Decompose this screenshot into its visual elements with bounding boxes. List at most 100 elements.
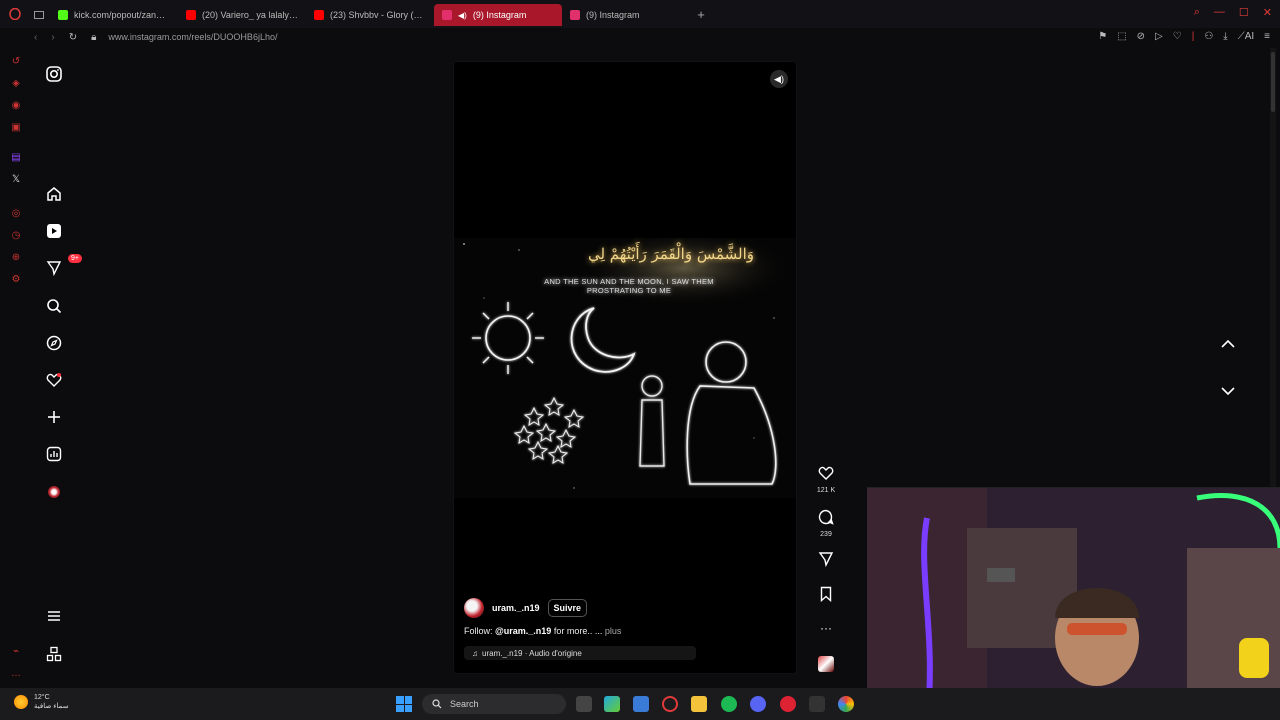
gaming-icon[interactable]: ⌁: [10, 646, 22, 658]
download-icon[interactable]: ⤓: [1223, 31, 1227, 42]
player-icon[interactable]: ◎: [10, 208, 22, 220]
audio-link[interactable]: ♫ uram._.n19 · Audio d'origine: [464, 646, 696, 660]
clock-icon[interactable]: ◷: [10, 230, 22, 242]
opera-taskbar-icon[interactable]: [662, 696, 678, 712]
reel-video[interactable]: ◀) وَالشَّمْسَ وَالْقَمَرَ رَأَيْتُهُمْ …: [453, 61, 797, 674]
kick-icon: [58, 10, 68, 20]
extensions-icon[interactable]: ⊕: [10, 252, 22, 264]
taskbar-search[interactable]: Search: [422, 694, 566, 714]
sound-toggle-icon[interactable]: ◀): [770, 70, 788, 88]
tab-title: (23) Shvbbv - Glory (Offic: [330, 10, 426, 20]
windows-start-icon[interactable]: [396, 696, 412, 712]
save-button[interactable]: [814, 586, 838, 607]
like-button[interactable]: 121 K: [814, 465, 838, 494]
opera-logo-icon[interactable]: [0, 0, 30, 28]
youtube-icon: [186, 10, 196, 20]
tab-title: (9) Instagram: [472, 10, 527, 20]
comment-count: 239: [820, 531, 832, 538]
window-controls: ⌕ — ☐ ✕: [1194, 6, 1272, 19]
caption-handle-link[interactable]: @uram._.n19: [495, 626, 551, 636]
comment-button[interactable]: 239: [814, 509, 838, 538]
next-reel-button[interactable]: [1216, 379, 1240, 403]
tab-youtube-variero[interactable]: (20) Variero_ ya lalaly (...: [178, 4, 306, 26]
messenger-icon[interactable]: ◉: [10, 100, 22, 112]
dashboard-icon[interactable]: [44, 444, 64, 464]
username-link[interactable]: uram._.n19: [492, 603, 540, 613]
tab-title: (9) Instagram: [586, 10, 640, 20]
audio-thumbnail[interactable]: [818, 656, 834, 672]
tab-kick[interactable]: kick.com/popout/zanoun...: [50, 4, 178, 26]
instagram-sidebar: 9+: [32, 46, 82, 688]
menu-icon[interactable]: ≡: [1264, 31, 1270, 42]
x-icon[interactable]: 𝕏: [10, 174, 22, 186]
url-field[interactable]: www.instagram.com/reels/DUOOHB6jLho/: [108, 32, 277, 42]
instagram-icon: [442, 10, 452, 20]
more-options-icon[interactable]: ···: [814, 621, 838, 635]
scrollbar-thumb[interactable]: [1271, 52, 1275, 112]
caption-more-link[interactable]: plus: [605, 626, 622, 636]
back-icon[interactable]: ‹: [34, 32, 37, 43]
weather-widget[interactable]: 12°C سماء صافية: [14, 693, 69, 711]
meta-apps-icon[interactable]: [44, 644, 64, 664]
tab-bar: kick.com/popout/zanoun... (20) Variero_ …: [0, 0, 1280, 28]
music-icon[interactable]: ▣: [10, 122, 22, 134]
app-red-icon[interactable]: [780, 696, 796, 712]
wallet-icon[interactable]: ◈: [10, 78, 22, 90]
create-plus-icon[interactable]: [44, 407, 64, 427]
instagram-logo-icon[interactable]: [44, 64, 64, 84]
like-count: 121 K: [816, 487, 836, 494]
file-explorer-icon[interactable]: [691, 696, 707, 712]
tab-instagram[interactable]: (9) Instagram: [562, 4, 690, 26]
bookmark-icon[interactable]: ⚑: [1098, 31, 1107, 42]
tab-instagram-active[interactable]: ◀) (9) Instagram: [434, 4, 562, 26]
tab-overview-icon[interactable]: [30, 4, 50, 26]
ai-icon[interactable]: ⟋AI: [1238, 31, 1254, 42]
webcam-overlay: [867, 487, 1280, 720]
bookmark-icon: [820, 586, 832, 603]
epic-games-icon[interactable]: [809, 696, 825, 712]
twitch-icon[interactable]: ▤: [10, 152, 22, 164]
divider: |: [1191, 31, 1195, 42]
more-menu-icon[interactable]: [44, 606, 64, 626]
reel-meta: uram._.n19 Suivre Follow: @uram._.n19 fo…: [464, 598, 764, 660]
follow-button[interactable]: Suivre: [547, 599, 588, 617]
close-icon[interactable]: ✕: [1263, 6, 1272, 19]
new-tab-button[interactable]: +: [690, 7, 712, 22]
chevron-up-icon: [1221, 339, 1235, 348]
discord-icon[interactable]: [750, 696, 766, 712]
minimize-icon[interactable]: —: [1214, 6, 1225, 19]
heart-icon[interactable]: ♡: [1173, 31, 1182, 42]
forward-icon[interactable]: ›: [51, 32, 54, 43]
chrome-icon[interactable]: [838, 696, 854, 712]
reload-icon[interactable]: ↻: [69, 32, 77, 43]
previous-reel-button[interactable]: [1216, 332, 1240, 356]
explore-icon[interactable]: [44, 333, 64, 353]
webcam-image: [867, 488, 1280, 720]
home-icon[interactable]: [44, 184, 64, 204]
spotify-icon[interactable]: [721, 696, 737, 712]
browser-sidebar: ↺ ◈ ◉ ▣ ▤ 𝕏 ◎ ◷ ⊕ ⚙ ⌁ …: [0, 46, 32, 688]
weather-description: سماء صافية: [34, 703, 69, 710]
speaker-icon[interactable]: ◀): [458, 11, 467, 20]
heart-icon: [818, 466, 834, 480]
play-icon[interactable]: ▷: [1155, 31, 1163, 42]
snapshot-icon[interactable]: ⬚: [1117, 31, 1126, 42]
history-icon[interactable]: ↺: [10, 56, 22, 68]
maximize-icon[interactable]: ☐: [1239, 6, 1249, 19]
share-button[interactable]: [814, 551, 838, 572]
reels-icon[interactable]: [44, 221, 64, 241]
notifications-heart-icon[interactable]: [44, 370, 64, 390]
profile-avatar[interactable]: [44, 482, 64, 502]
settings-icon[interactable]: ⚙: [10, 274, 22, 286]
tab-youtube-glory[interactable]: (23) Shvbbv - Glory (Offic: [306, 4, 434, 26]
messages-icon[interactable]: 9+: [44, 254, 82, 278]
more-icon[interactable]: …: [10, 668, 22, 680]
store-icon[interactable]: [633, 696, 649, 712]
search-tabs-icon[interactable]: ⌕: [1194, 6, 1200, 19]
copilot-icon[interactable]: [604, 696, 620, 712]
adblock-icon[interactable]: ⊘: [1137, 31, 1145, 42]
profile-icon[interactable]: ⚇: [1204, 31, 1213, 42]
search-icon[interactable]: [44, 296, 64, 316]
task-view-icon[interactable]: [576, 696, 592, 712]
user-avatar[interactable]: [464, 598, 484, 618]
